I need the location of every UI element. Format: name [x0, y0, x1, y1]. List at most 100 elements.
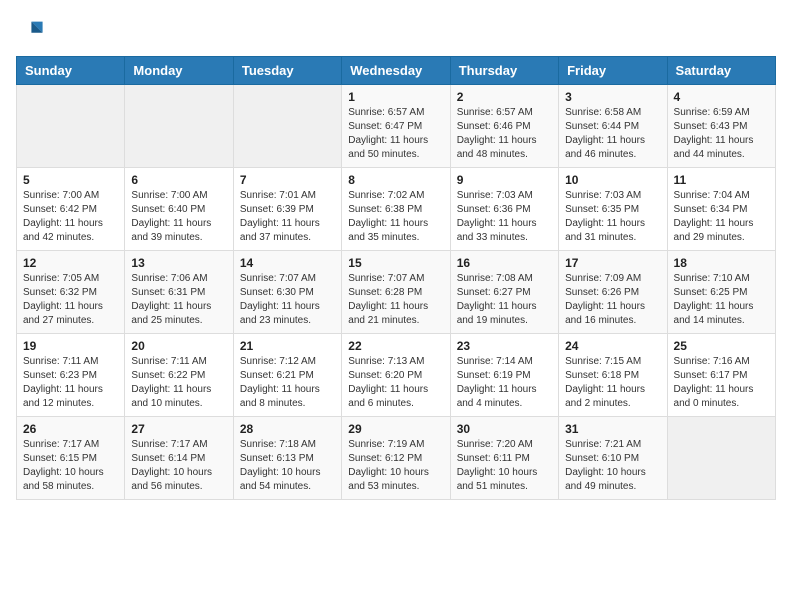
calendar-week-row: 12Sunrise: 7:05 AM Sunset: 6:32 PM Dayli… — [17, 251, 776, 334]
calendar-day-cell: 6 Sunrise: 7:00 AM Sunset: 6:40 PM Daylig… — [125, 168, 233, 251]
day-info: Sunrise: 7:06 AM Sunset: 6:31 PM Dayligh… — [131, 272, 226, 328]
day-number: 8 — [348, 173, 443, 187]
day-info: Sunrise: 7:12 AM Sunset: 6:21 PM Dayligh… — [240, 355, 335, 411]
day-info: Sunrise: 7:07 AM Sunset: 6:28 PM Dayligh… — [348, 272, 443, 328]
day-info: Sunrise: 7:02 AM Sunset: 6:38 PM Dayligh… — [348, 189, 443, 245]
column-header-saturday: Saturday — [667, 57, 775, 85]
day-number: 31 — [565, 422, 660, 436]
calendar-day-cell: 17Sunrise: 7:09 AM Sunset: 6:26 PM Dayli… — [559, 251, 667, 334]
calendar-day-cell: 10 Sunrise: 7:03 AM Sunset: 6:35 PM Dayli… — [559, 168, 667, 251]
calendar-day-cell: 15Sunrise: 7:07 AM Sunset: 6:28 PM Dayli… — [342, 251, 450, 334]
day-info: Sunrise: 7:16 AM Sunset: 6:17 PM Dayligh… — [674, 355, 769, 411]
day-number: 24 — [565, 339, 660, 353]
calendar-week-row: 1 Sunrise: 6:57 AM Sunset: 6:47 PM Daylig… — [17, 85, 776, 168]
day-number: 22 — [348, 339, 443, 353]
day-number: 12 — [23, 256, 118, 270]
day-number: 26 — [23, 422, 118, 436]
calendar-day-cell: 5Sunrise: 7:00 AM Sunset: 6:42 PM Daylig… — [17, 168, 125, 251]
calendar-day-cell: 29 Sunrise: 7:19 AM Sunset: 6:12 PM Dayli… — [342, 417, 450, 500]
day-info: Sunrise: 7:10 AM Sunset: 6:25 PM Dayligh… — [674, 272, 769, 328]
calendar-day-cell: 1 Sunrise: 6:57 AM Sunset: 6:47 PM Daylig… — [342, 85, 450, 168]
day-info: Sunrise: 6:57 AM Sunset: 6:47 PM Dayligh… — [348, 106, 443, 162]
calendar-week-row: 19 Sunrise: 7:11 AM Sunset: 6:23 PM Dayli… — [17, 334, 776, 417]
day-info: Sunrise: 7:17 AM Sunset: 6:14 PM Dayligh… — [131, 438, 226, 494]
day-number: 20 — [131, 339, 226, 353]
calendar-day-cell: 20 Sunrise: 7:11 AM Sunset: 6:22 PM Dayli… — [125, 334, 233, 417]
calendar-day-cell: 8 Sunrise: 7:02 AM Sunset: 6:38 PM Daylig… — [342, 168, 450, 251]
calendar-day-cell: 18 Sunrise: 7:10 AM Sunset: 6:25 PM Dayli… — [667, 251, 775, 334]
day-info: Sunrise: 7:14 AM Sunset: 6:19 PM Dayligh… — [457, 355, 552, 411]
empty-day-cell — [233, 85, 341, 168]
day-info: Sunrise: 6:59 AM Sunset: 6:43 PM Dayligh… — [674, 106, 769, 162]
calendar-day-cell: 23 Sunrise: 7:14 AM Sunset: 6:19 PM Dayli… — [450, 334, 558, 417]
day-info: Sunrise: 7:17 AM Sunset: 6:15 PM Dayligh… — [23, 438, 118, 494]
day-info: Sunrise: 6:58 AM Sunset: 6:44 PM Dayligh… — [565, 106, 660, 162]
day-number: 16 — [457, 256, 552, 270]
calendar-day-cell: 7 Sunrise: 7:01 AM Sunset: 6:39 PM Daylig… — [233, 168, 341, 251]
day-number: 6 — [131, 173, 226, 187]
calendar-day-cell: 31Sunrise: 7:21 AM Sunset: 6:10 PM Dayli… — [559, 417, 667, 500]
calendar-day-cell: 26 Sunrise: 7:17 AM Sunset: 6:15 PM Dayli… — [17, 417, 125, 500]
day-number: 19 — [23, 339, 118, 353]
day-info: Sunrise: 7:03 AM Sunset: 6:35 PM Dayligh… — [565, 189, 660, 245]
calendar-day-cell: 11Sunrise: 7:04 AM Sunset: 6:34 PM Dayli… — [667, 168, 775, 251]
calendar-day-cell: 12Sunrise: 7:05 AM Sunset: 6:32 PM Dayli… — [17, 251, 125, 334]
day-info: Sunrise: 7:04 AM Sunset: 6:34 PM Dayligh… — [674, 189, 769, 245]
calendar-day-cell: 3Sunrise: 6:58 AM Sunset: 6:44 PM Daylig… — [559, 85, 667, 168]
column-header-sunday: Sunday — [17, 57, 125, 85]
calendar-day-cell: 25Sunrise: 7:16 AM Sunset: 6:17 PM Dayli… — [667, 334, 775, 417]
day-info: Sunrise: 7:11 AM Sunset: 6:23 PM Dayligh… — [23, 355, 118, 411]
calendar-day-cell: 22 Sunrise: 7:13 AM Sunset: 6:20 PM Dayli… — [342, 334, 450, 417]
day-number: 18 — [674, 256, 769, 270]
calendar-week-row: 5Sunrise: 7:00 AM Sunset: 6:42 PM Daylig… — [17, 168, 776, 251]
calendar-day-cell: 9 Sunrise: 7:03 AM Sunset: 6:36 PM Daylig… — [450, 168, 558, 251]
column-header-monday: Monday — [125, 57, 233, 85]
calendar-day-cell: 30 Sunrise: 7:20 AM Sunset: 6:11 PM Dayli… — [450, 417, 558, 500]
day-number: 9 — [457, 173, 552, 187]
calendar-day-cell: 27 Sunrise: 7:17 AM Sunset: 6:14 PM Dayli… — [125, 417, 233, 500]
day-number: 23 — [457, 339, 552, 353]
day-info: Sunrise: 7:15 AM Sunset: 6:18 PM Dayligh… — [565, 355, 660, 411]
day-info: Sunrise: 7:19 AM Sunset: 6:12 PM Dayligh… — [348, 438, 443, 494]
day-info: Sunrise: 6:57 AM Sunset: 6:46 PM Dayligh… — [457, 106, 552, 162]
day-number: 4 — [674, 90, 769, 104]
day-info: Sunrise: 7:00 AM Sunset: 6:40 PM Dayligh… — [131, 189, 226, 245]
column-header-thursday: Thursday — [450, 57, 558, 85]
day-number: 13 — [131, 256, 226, 270]
day-info: Sunrise: 7:00 AM Sunset: 6:42 PM Dayligh… — [23, 189, 118, 245]
day-number: 28 — [240, 422, 335, 436]
logo — [16, 16, 48, 44]
calendar-day-cell: 16 Sunrise: 7:08 AM Sunset: 6:27 PM Dayli… — [450, 251, 558, 334]
column-header-tuesday: Tuesday — [233, 57, 341, 85]
empty-day-cell — [667, 417, 775, 500]
day-number: 10 — [565, 173, 660, 187]
calendar-day-cell: 19 Sunrise: 7:11 AM Sunset: 6:23 PM Dayli… — [17, 334, 125, 417]
day-info: Sunrise: 7:20 AM Sunset: 6:11 PM Dayligh… — [457, 438, 552, 494]
day-number: 7 — [240, 173, 335, 187]
day-number: 1 — [348, 90, 443, 104]
day-info: Sunrise: 7:11 AM Sunset: 6:22 PM Dayligh… — [131, 355, 226, 411]
calendar-day-cell: 21Sunrise: 7:12 AM Sunset: 6:21 PM Dayli… — [233, 334, 341, 417]
day-info: Sunrise: 7:13 AM Sunset: 6:20 PM Dayligh… — [348, 355, 443, 411]
logo-icon — [16, 16, 44, 44]
calendar-week-row: 26 Sunrise: 7:17 AM Sunset: 6:15 PM Dayli… — [17, 417, 776, 500]
day-number: 30 — [457, 422, 552, 436]
calendar-table: SundayMondayTuesdayWednesdayThursdayFrid… — [16, 56, 776, 500]
day-number: 29 — [348, 422, 443, 436]
day-number: 27 — [131, 422, 226, 436]
column-header-wednesday: Wednesday — [342, 57, 450, 85]
calendar-header-row: SundayMondayTuesdayWednesdayThursdayFrid… — [17, 57, 776, 85]
calendar-day-cell: 13 Sunrise: 7:06 AM Sunset: 6:31 PM Dayli… — [125, 251, 233, 334]
day-number: 2 — [457, 90, 552, 104]
day-info: Sunrise: 7:01 AM Sunset: 6:39 PM Dayligh… — [240, 189, 335, 245]
day-info: Sunrise: 7:03 AM Sunset: 6:36 PM Dayligh… — [457, 189, 552, 245]
calendar-day-cell: 14Sunrise: 7:07 AM Sunset: 6:30 PM Dayli… — [233, 251, 341, 334]
calendar-day-cell: 24 Sunrise: 7:15 AM Sunset: 6:18 PM Dayli… — [559, 334, 667, 417]
column-header-friday: Friday — [559, 57, 667, 85]
day-info: Sunrise: 7:07 AM Sunset: 6:30 PM Dayligh… — [240, 272, 335, 328]
empty-day-cell — [125, 85, 233, 168]
day-info: Sunrise: 7:08 AM Sunset: 6:27 PM Dayligh… — [457, 272, 552, 328]
empty-day-cell — [17, 85, 125, 168]
day-info: Sunrise: 7:18 AM Sunset: 6:13 PM Dayligh… — [240, 438, 335, 494]
page-header — [16, 16, 776, 44]
